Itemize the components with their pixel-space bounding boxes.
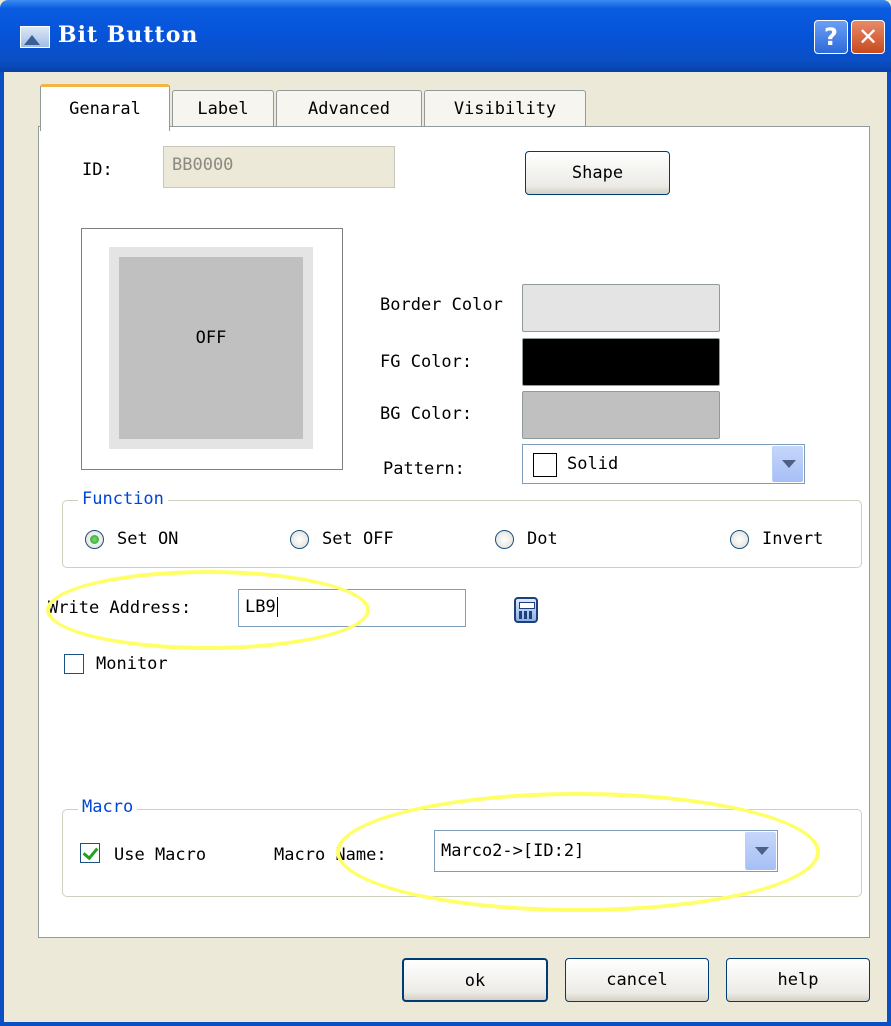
macro-group-title: Macro bbox=[78, 797, 138, 817]
radio-dot[interactable] bbox=[495, 530, 514, 549]
tab-advanced[interactable]: Advanced bbox=[276, 90, 422, 127]
border-color-label: Border Color bbox=[380, 295, 503, 315]
fg-color-label: FG Color: bbox=[380, 352, 473, 372]
use-macro-checkbox[interactable] bbox=[80, 843, 100, 863]
invert-label[interactable]: Invert bbox=[762, 529, 823, 549]
text-cursor bbox=[276, 597, 278, 617]
window-title: Bit Button bbox=[58, 22, 199, 48]
id-field: BB0000 bbox=[163, 146, 395, 188]
chevron-down-icon[interactable] bbox=[745, 832, 776, 870]
macro-name-value: Marco2->[ID:2] bbox=[441, 841, 585, 861]
window-frame-left bbox=[0, 72, 4, 1026]
tab-general[interactable]: Genaral bbox=[40, 84, 170, 131]
radio-invert[interactable] bbox=[730, 530, 749, 549]
preview-button-face: OFF bbox=[119, 257, 303, 439]
write-address-label: Write Address: bbox=[48, 598, 192, 618]
pattern-value: Solid bbox=[567, 454, 619, 474]
set-on-label[interactable]: Set ON bbox=[117, 529, 178, 549]
window-frame-bottom bbox=[0, 1022, 891, 1026]
bg-color-swatch[interactable] bbox=[522, 391, 720, 439]
id-label: ID: bbox=[82, 160, 113, 180]
monitor-label[interactable]: Monitor bbox=[96, 654, 168, 674]
help-button[interactable]: help bbox=[726, 958, 870, 1002]
set-off-label[interactable]: Set OFF bbox=[322, 529, 394, 549]
ok-button[interactable]: ok bbox=[402, 958, 548, 1002]
border-color-swatch[interactable] bbox=[522, 284, 720, 332]
macro-name-select[interactable]: Marco2->[ID:2] bbox=[434, 830, 778, 872]
shape-button[interactable]: Shape bbox=[525, 151, 670, 195]
radio-set-on[interactable] bbox=[85, 530, 104, 549]
cancel-button[interactable]: cancel bbox=[565, 958, 709, 1002]
dot-label[interactable]: Dot bbox=[527, 529, 558, 549]
write-address-value: LB9 bbox=[245, 597, 276, 617]
tab-visibility[interactable]: Visibility bbox=[424, 90, 586, 127]
preview-button-border: OFF bbox=[109, 247, 313, 449]
use-macro-label[interactable]: Use Macro bbox=[114, 845, 206, 865]
macro-name-label: Macro Name: bbox=[274, 845, 387, 865]
window-app-icon bbox=[20, 26, 50, 48]
radio-set-off[interactable] bbox=[290, 530, 309, 549]
write-address-input[interactable]: LB9 bbox=[238, 589, 466, 627]
preview-box: OFF bbox=[81, 228, 343, 470]
monitor-checkbox[interactable] bbox=[64, 654, 84, 674]
function-group-title: Function bbox=[78, 489, 168, 509]
bg-color-label: BG Color: bbox=[380, 404, 473, 424]
pattern-select[interactable]: Solid bbox=[522, 444, 805, 484]
window-frame-right bbox=[887, 72, 891, 1026]
preview-state-text: OFF bbox=[195, 328, 227, 348]
chevron-down-icon[interactable] bbox=[772, 446, 803, 482]
pattern-preview-icon bbox=[533, 453, 557, 477]
tab-label[interactable]: Label bbox=[172, 90, 274, 127]
fg-color-swatch[interactable] bbox=[522, 338, 720, 386]
pattern-label: Pattern: bbox=[383, 459, 465, 479]
title-close-button[interactable]: ✕ bbox=[851, 20, 885, 54]
title-help-button[interactable]: ? bbox=[814, 20, 848, 54]
calculator-icon[interactable] bbox=[514, 597, 538, 623]
